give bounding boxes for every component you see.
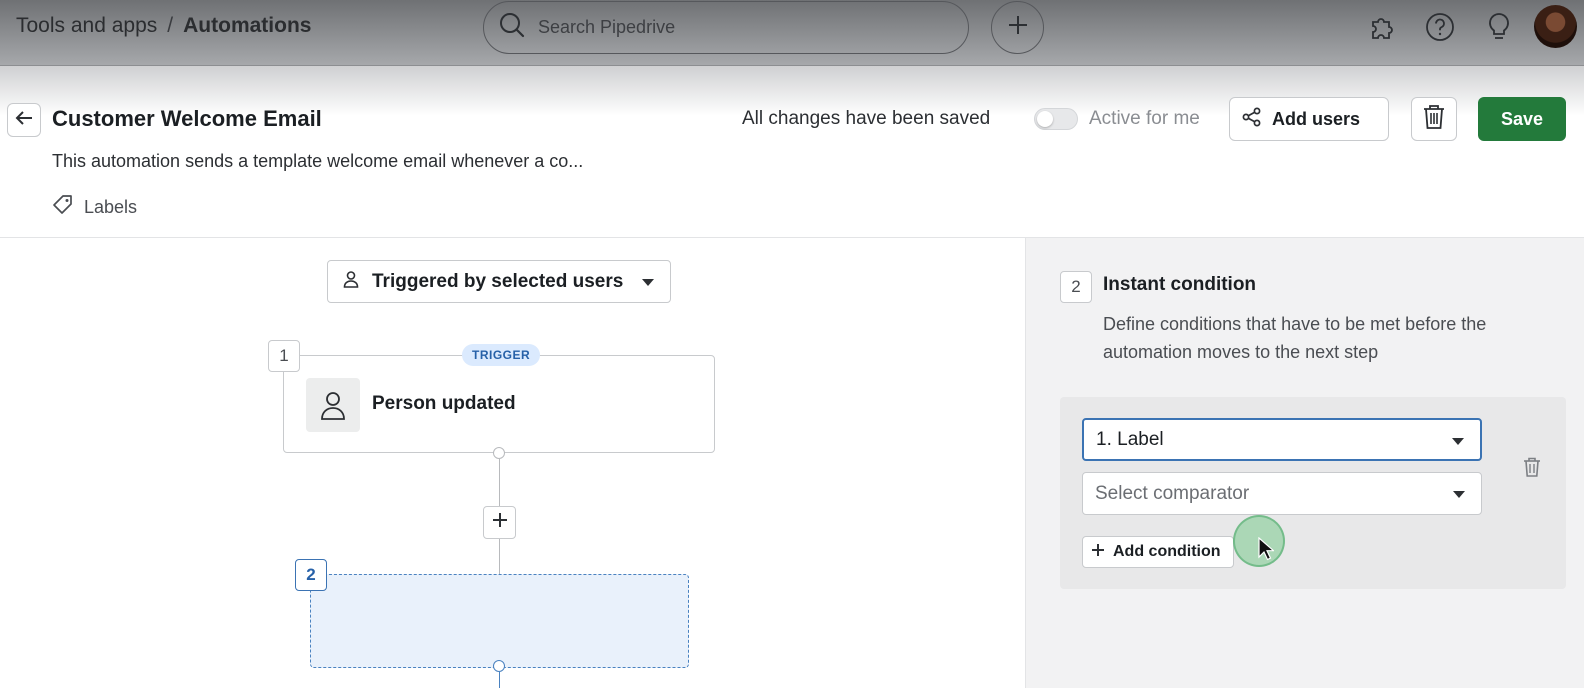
chevron-down-icon xyxy=(1452,438,1464,445)
step-number-2: 2 xyxy=(295,559,327,591)
add-step-button[interactable] xyxy=(483,506,516,539)
add-users-label: Add users xyxy=(1272,108,1361,129)
plus-icon xyxy=(1091,543,1105,562)
trigger-step-card[interactable]: Person updated xyxy=(283,355,715,453)
panel-title: Instant condition xyxy=(1103,274,1257,295)
person-icon xyxy=(342,270,360,294)
automation-description[interactable]: This automation sends a template welcome… xyxy=(52,151,583,172)
delete-automation-button[interactable] xyxy=(1411,97,1457,141)
save-button[interactable]: Save xyxy=(1478,97,1566,141)
tag-icon xyxy=(52,194,74,221)
active-toggle[interactable] xyxy=(1034,108,1078,130)
plus-icon xyxy=(1007,14,1029,41)
trigger-users-select[interactable]: Triggered by selected users xyxy=(327,260,671,303)
comparator-placeholder: Select comparator xyxy=(1095,482,1250,504)
page-title[interactable]: Customer Welcome Email xyxy=(52,106,322,132)
labels-text: Labels xyxy=(84,197,138,217)
breadcrumb-current: Automations xyxy=(183,14,312,37)
workflow-canvas: Triggered by selected users Person updat… xyxy=(0,238,1025,688)
trash-icon xyxy=(1523,457,1541,482)
comparator-select[interactable]: Select comparator xyxy=(1082,472,1482,515)
chevron-down-icon xyxy=(1453,491,1465,498)
connector-dot xyxy=(493,660,505,672)
plus-icon xyxy=(492,512,508,533)
add-condition-label: Add condition xyxy=(1113,543,1221,560)
trash-icon xyxy=(1423,104,1445,135)
delete-condition-button[interactable] xyxy=(1520,457,1544,481)
search-placeholder: Search Pipedrive xyxy=(538,17,676,37)
panel-description: Define conditions that have to be met be… xyxy=(1103,314,1487,362)
arrow-left-icon xyxy=(14,108,34,133)
panel-step-number: 2 xyxy=(1060,271,1092,303)
save-status: All changes have been saved xyxy=(742,108,991,129)
add-users-button[interactable]: Add users xyxy=(1229,97,1389,141)
field-select-value: 1. Label xyxy=(1096,428,1164,450)
avatar[interactable] xyxy=(1534,5,1577,48)
connector-dot xyxy=(493,447,505,459)
breadcrumb: Tools and apps / Automations xyxy=(16,14,311,38)
trigger-step-label: Person updated xyxy=(372,393,516,414)
connector-line xyxy=(499,672,500,688)
share-icon xyxy=(1242,107,1262,132)
field-select[interactable]: 1. Label xyxy=(1082,418,1482,461)
back-button[interactable] xyxy=(7,103,41,137)
active-toggle-label: Active for me xyxy=(1089,108,1200,129)
trigger-select-label: Triggered by selected users xyxy=(372,270,624,292)
search-input[interactable]: Search Pipedrive xyxy=(483,1,969,54)
add-condition-button[interactable]: Add condition xyxy=(1082,536,1234,568)
search-icon xyxy=(498,11,526,44)
condition-group: 1. Label Select comparator Add condition xyxy=(1060,397,1566,589)
top-navigation-bar: Tools and apps / Automations Search Pipe… xyxy=(0,0,1584,66)
chevron-down-icon xyxy=(642,279,654,286)
trigger-badge: TRIGGER xyxy=(462,344,541,366)
breadcrumb-separator: / xyxy=(167,14,174,37)
puzzle-icon[interactable] xyxy=(1367,12,1397,42)
condition-step-placeholder[interactable] xyxy=(310,574,689,668)
connector-line xyxy=(499,539,500,575)
labels-button[interactable]: Labels xyxy=(52,194,137,221)
person-icon xyxy=(306,378,360,432)
connector-line xyxy=(499,459,500,506)
toggle-knob xyxy=(1037,111,1053,127)
step-settings-panel: 2 Instant condition Define conditions th… xyxy=(1025,238,1584,688)
lightbulb-icon[interactable] xyxy=(1484,12,1514,42)
quick-add-button[interactable] xyxy=(991,1,1044,54)
breadcrumb-parent[interactable]: Tools and apps xyxy=(16,14,157,38)
step-number-1: 1 xyxy=(268,340,300,372)
help-icon[interactable] xyxy=(1425,12,1455,42)
mouse-cursor-icon xyxy=(1258,536,1276,566)
